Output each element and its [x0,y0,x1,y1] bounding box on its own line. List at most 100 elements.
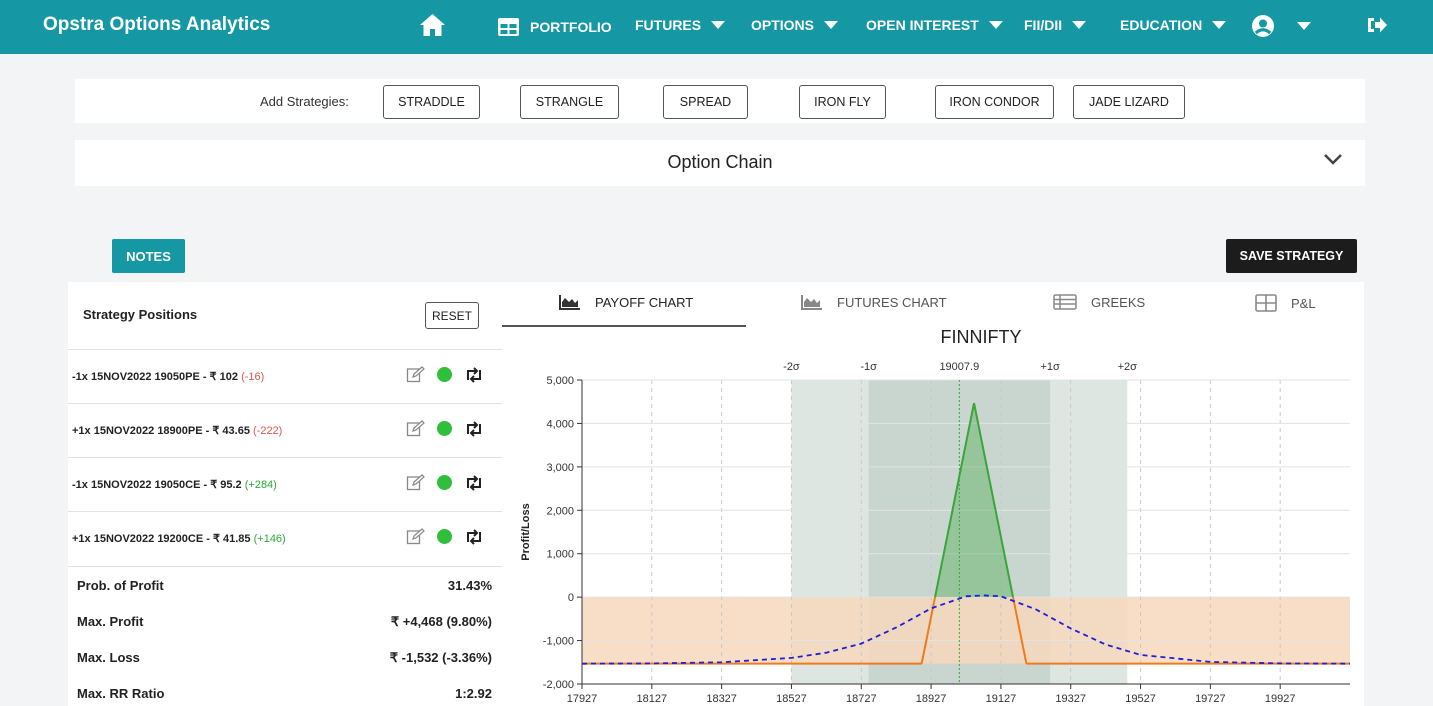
position-label: -1x 15NOV2022 19050PE - ₹ 102 [72,371,238,383]
position-row: +1x 15NOV2022 18900PE - ₹ 43.65 (-222) [68,403,502,457]
divider [68,566,502,567]
position-row: -1x 15NOV2022 19050CE - ₹ 95.2 (+284) [68,457,502,511]
logout-icon[interactable] [1366,15,1388,35]
nav-futures[interactable]: FUTURES [635,17,726,33]
chart-panel: PAYOFF CHART FUTURES CHART GREEKS P&L 5,… [502,282,1364,706]
nav-portfolio[interactable]: PORTFOLIO [497,17,612,37]
option-chain-title: Option Chain [667,152,773,172]
stat-max-rr-ratio: Max. RR Ratio 1:2.92 [77,686,492,706]
x-tick-label: 17927 [567,693,598,705]
spread-button[interactable]: SPREAD [663,85,748,119]
reset-button[interactable]: RESET [425,302,479,329]
x-tick-label: 19127 [986,693,1017,705]
y-tick-label: 1,000 [546,549,574,561]
nav-fii-dii[interactable]: FII/DII [1024,17,1087,33]
position-text: -1x 15NOV2022 19050PE - ₹ 102 (-16) [72,370,264,383]
caret-down-icon [1072,21,1087,29]
stat-value: ₹ +4,468 (9.80%) [390,614,492,629]
y-tick-label: 4,000 [546,418,574,430]
x-tick-label: 19327 [1055,693,1086,705]
swap-icon[interactable] [464,420,484,437]
payoff-chart[interactable]: 5,000 4,000 3,000 2,000 1,000 0 -1,000 -2,000 17… [502,282,1364,706]
jade-lizard-button[interactable]: JADE LIZARD [1073,85,1185,119]
position-actions [406,474,484,491]
position-change: (+284) [244,479,277,491]
chart-title: FINNIFTY [941,327,1022,347]
home-icon[interactable] [419,13,446,37]
caret-down-icon [988,21,1003,29]
stat-value: 31.43% [447,578,492,593]
position-text: +1x 15NOV2022 19200CE - ₹ 41.85 (+146) [72,532,286,545]
nav-open-interest[interactable]: OPEN INTEREST [866,17,1003,33]
notes-button[interactable]: NOTES [112,239,185,273]
strategy-bar: Add Strategies: STRADDLE STRANGLE SPREAD… [75,79,1365,123]
position-actions [406,420,484,437]
strategy-positions-panel: Strategy Positions RESET -1x 15NOV2022 1… [68,282,502,706]
stat-label: Max. Loss [77,650,140,665]
caret-down-icon [1297,22,1311,30]
stat-prob-of-profit: Prob. of Profit 31.43% [77,578,492,598]
caret-down-icon [1212,21,1227,29]
position-label: -1x 15NOV2022 19050CE - ₹ 95.2 [72,479,242,491]
sigma-marker-label: +2σ [1118,361,1138,373]
stat-value: 1:2.92 [455,686,492,701]
sigma-marker-label: -2σ [783,361,800,373]
nav-futures-label: FUTURES [635,17,702,33]
brand-title[interactable]: Opstra Options Analytics [43,14,270,36]
position-change: (-16) [241,371,265,383]
status-dot[interactable] [437,529,452,544]
nav-education[interactable]: EDUCATION [1120,17,1227,33]
status-dot[interactable] [437,367,452,382]
position-text: +1x 15NOV2022 18900PE - ₹ 43.65 (-222) [72,424,282,437]
position-actions [406,366,484,383]
strategy-positions-title: Strategy Positions [83,307,198,322]
swap-icon[interactable] [464,474,484,491]
save-strategy-button[interactable]: SAVE STRATEGY [1226,239,1357,273]
swap-icon[interactable] [464,366,484,383]
sigma-marker-label: +1σ [1040,361,1060,373]
y-tick-label: 0 [568,592,574,604]
x-tick-label: 18527 [776,693,807,705]
position-label: +1x 15NOV2022 18900PE - ₹ 43.65 [72,425,250,437]
edit-icon[interactable] [406,528,425,545]
y-tick-label: 3,000 [546,462,574,474]
swap-icon[interactable] [464,528,484,545]
strangle-button[interactable]: STRANGLE [520,85,619,119]
nav-fii-dii-label: FII/DII [1024,17,1063,33]
position-change: (+146) [253,533,286,545]
stat-max-profit: Max. Profit ₹ +4,468 (9.80%) [77,614,492,634]
sigma-marker-label: -1σ [860,361,877,373]
position-text: -1x 15NOV2022 19050CE - ₹ 95.2 (+284) [72,478,277,491]
x-tick-label: 18127 [637,693,668,705]
table-icon [498,18,519,36]
x-tick-label: 19927 [1265,693,1296,705]
x-tick-label: 19727 [1195,693,1226,705]
stat-label: Prob. of Profit [77,578,164,593]
nav-options[interactable]: OPTIONS [751,17,839,33]
edit-icon[interactable] [406,420,425,437]
nav-user-menu[interactable] [1251,14,1311,38]
iron-fly-button[interactable]: IRON FLY [799,85,886,119]
position-label: +1x 15NOV2022 19200CE - ₹ 41.85 [72,533,251,545]
chevron-down-icon[interactable] [1323,152,1343,166]
user-circle-icon [1252,15,1274,37]
y-tick-label: 5,000 [546,375,574,387]
iron-condor-button[interactable]: IRON CONDOR [935,85,1054,119]
nav-education-label: EDUCATION [1120,17,1203,33]
position-actions [406,528,484,545]
y-axis-label: Profit/Loss [520,503,532,560]
y-tick-label: -2,000 [543,679,574,691]
edit-icon[interactable] [406,474,425,491]
loss-region [582,597,1350,664]
status-dot[interactable] [437,475,452,490]
stat-label: Max. RR Ratio [77,686,165,701]
caret-down-icon [824,21,839,29]
stat-value: ₹ -1,532 (-3.36%) [389,650,492,665]
x-tick-label: 18927 [916,693,947,705]
edit-icon[interactable] [406,366,425,383]
stat-label: Max. Profit [77,614,144,629]
status-dot[interactable] [437,421,452,436]
position-change: (-222) [253,425,283,437]
option-chain-panel[interactable]: Option Chain [75,140,1365,186]
straddle-button[interactable]: STRADDLE [383,85,480,119]
